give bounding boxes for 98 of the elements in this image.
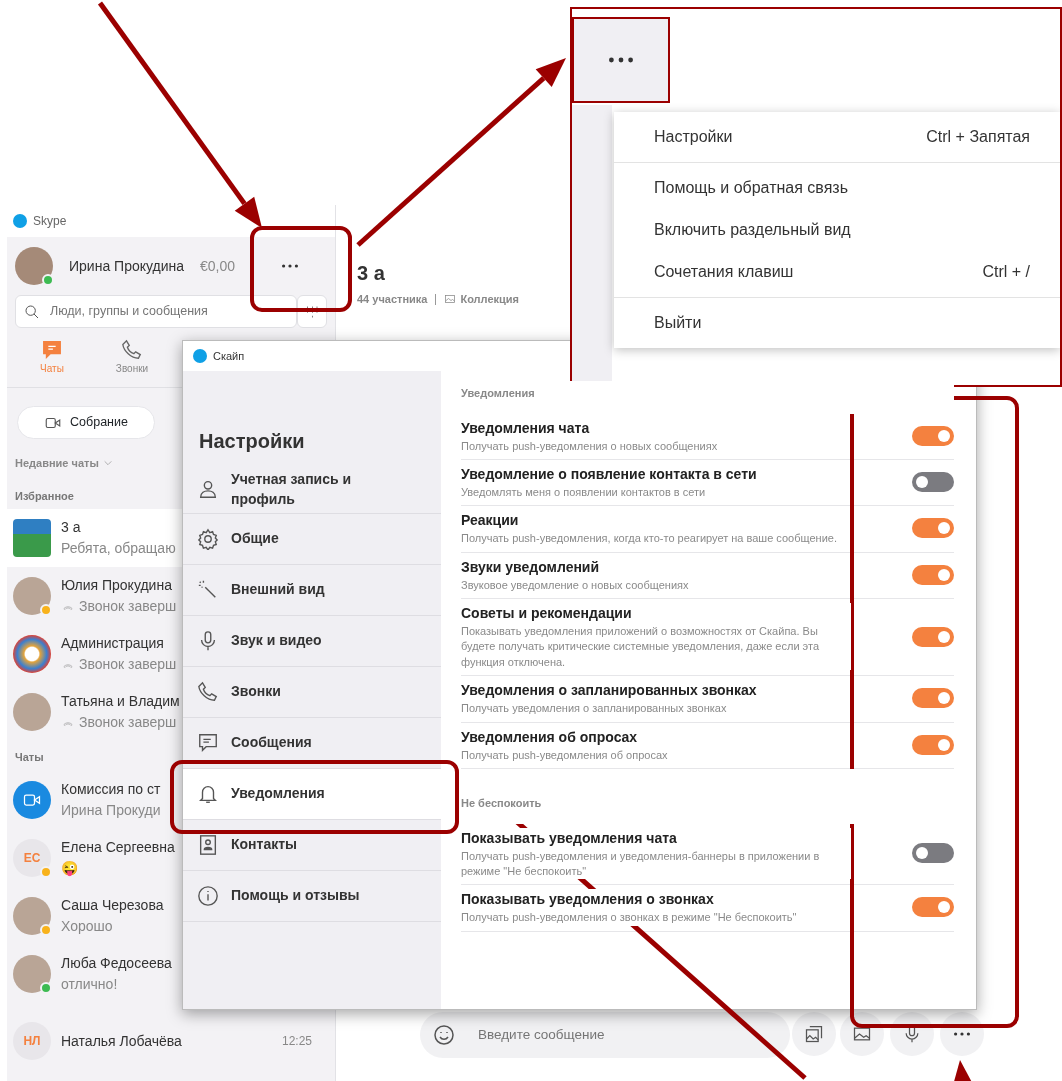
chat-name: Администрация (61, 634, 164, 653)
chat-preview: Звонок заверш (61, 596, 182, 617)
chat-preview: Звонок заверш (61, 712, 182, 733)
chat-name: 3 а (61, 518, 81, 537)
more-icon (282, 264, 298, 268)
search-icon (24, 303, 40, 320)
menu-item[interactable]: Настройки Ctrl + Запятая (614, 116, 1060, 158)
skype-logo-icon (193, 349, 207, 363)
info-icon (197, 884, 219, 907)
gallery-icon (444, 293, 457, 306)
group-heading: Уведомления (461, 381, 954, 414)
search-input[interactable]: Люди, группы и сообщения (48, 301, 288, 322)
phone-icon (197, 680, 219, 703)
section-heading: Избранное (14, 488, 75, 504)
gallery-link[interactable]: Коллекция (444, 291, 519, 308)
chat-preview: отлично! (61, 974, 119, 994)
gallery-icon (804, 1024, 824, 1044)
window-title: Скайп (213, 348, 245, 364)
person-icon (197, 478, 219, 501)
settings-nav-item[interactable]: Звонки (183, 666, 441, 718)
menu-item[interactable]: Помощь и обратная связь (614, 167, 1060, 209)
toggle-switch[interactable] (912, 734, 954, 755)
settings-nav-item[interactable]: Внешний вид (183, 564, 441, 616)
chat-list-item[interactable]: 3 а Ребята, обращаю (7, 509, 182, 567)
toggle-switch[interactable] (912, 472, 954, 493)
chat-preview: Хорошо (61, 916, 114, 936)
toggle-switch[interactable] (912, 425, 954, 446)
settings-nav-item[interactable]: Сообщения (183, 717, 441, 769)
emblem-avatar (13, 635, 51, 673)
participants-link[interactable]: 44 участника (357, 291, 428, 308)
setting-description: Получать push-уведомления, когда кто-то реагирует на ваше сообщение. (461, 531, 837, 547)
settings-heading: Настройки (198, 429, 306, 454)
settings-nav-item[interactable]: Звук и видео (183, 615, 441, 667)
toggle-switch[interactable] (912, 564, 954, 585)
chat-name: Наталья Лобачёва (61, 1031, 182, 1051)
chat-preview: 😜 (61, 858, 79, 878)
group-picture (13, 519, 51, 557)
chat-title: 3 а (357, 261, 385, 286)
settings-nav-item[interactable]: Контакты (183, 819, 441, 871)
settings-nav-item[interactable]: Учетная запись и профиль (183, 466, 441, 514)
app-title: Skype (33, 213, 67, 230)
menu-item[interactable]: Сочетания клавиш Ctrl + / (614, 251, 1060, 293)
media-button[interactable] (840, 1012, 884, 1056)
chat-preview: Ирина Прокуди (61, 800, 162, 820)
message-icon (197, 731, 219, 754)
profile-name: Ирина Прокудина (69, 256, 185, 276)
meeting-button[interactable]: Собрание (17, 406, 155, 439)
setting-description: Получать push-уведомления о звонках в режиме "Не беспокоить" (461, 910, 797, 926)
setting-title: Советы и рекомендации (461, 603, 851, 625)
balance-text: €0,00 (200, 256, 236, 276)
chat-list-item[interactable]: НЛ Наталья Лобачёва 12:25 (7, 1012, 335, 1070)
chat-name: Люба Федосеева (61, 953, 172, 973)
setting-title: Показывать уведомления чата (461, 827, 851, 849)
toggle-switch[interactable] (912, 626, 954, 647)
chat-list-item[interactable]: Юлия Прокудина Звонок заверш (7, 567, 182, 625)
settings-nav-item[interactable]: Помощь и отзывы (183, 870, 441, 922)
gear-icon (197, 527, 219, 550)
avatar-photo (13, 693, 51, 731)
section-heading: Чаты (14, 750, 45, 765)
setting-description: Получать push-уведомления и уведомления-баннеры в приложении в режиме "Не беспокоить" (461, 848, 851, 880)
message-input[interactable]: Введите сообщение (476, 1023, 756, 1047)
chat-name: Саша Черезова (61, 895, 164, 915)
chat-bubble-icon (41, 339, 63, 361)
chat-name: Татьяна и Владим (61, 692, 180, 711)
message-field[interactable]: Введите сообщение (420, 1012, 790, 1058)
more-icon (954, 1032, 970, 1036)
setting-description: Показывать уведомления приложений о возможностях от Скайпа. Вы будете получать критические системные уведомления, даже если эта функция отключена. (461, 624, 851, 671)
chat-time: 12:25 (281, 1033, 312, 1050)
chat-preview: Ребята, обращаю (61, 539, 177, 558)
toggle-switch[interactable] (912, 897, 954, 918)
toggle-switch[interactable] (912, 688, 954, 709)
chat-name: Елена Сергеевна (61, 837, 175, 857)
phone-icon (121, 339, 143, 361)
menu-item[interactable]: Включить раздельный вид (614, 209, 1060, 251)
contact-card-icon (197, 833, 219, 856)
search-field[interactable]: Люди, группы и сообщения (15, 295, 297, 328)
smiley-icon (432, 1023, 456, 1047)
avatar-initials: НЛ (13, 1022, 51, 1060)
menu-item[interactable]: Выйти (614, 302, 1060, 344)
chat-preview: Звонок заверш (61, 654, 182, 675)
chat-list-item[interactable]: Люба Федосеева отлично! (7, 944, 182, 1003)
chat-list-item[interactable]: Комиссия по ст Ирина Прокуди (7, 770, 182, 829)
chat-list-item[interactable]: Администрация Звонок заверш (7, 625, 182, 683)
more-options-button[interactable] (572, 17, 670, 103)
chat-name: Юлия Прокудина (61, 576, 172, 595)
toggle-switch[interactable] (912, 843, 954, 864)
gallery-button[interactable] (792, 1012, 836, 1056)
settings-nav-item[interactable]: Общие (183, 513, 441, 565)
skype-logo-icon (13, 214, 27, 228)
avatar-initials: ЕС (13, 838, 51, 877)
chat-name: Комиссия по ст (61, 779, 161, 799)
more-icon (609, 57, 633, 63)
more-button[interactable] (940, 1012, 984, 1056)
chat-list-item[interactable]: Татьяна и Владим Звонок заверш (7, 683, 182, 741)
toggle-switch[interactable] (912, 518, 954, 539)
chat-list-item[interactable]: Саша Черезова Хорошо (7, 886, 182, 945)
settings-nav-item[interactable]: Уведомления (183, 768, 441, 820)
chat-list-item[interactable]: ЕС Елена Сергеевна 😜 (7, 828, 182, 887)
